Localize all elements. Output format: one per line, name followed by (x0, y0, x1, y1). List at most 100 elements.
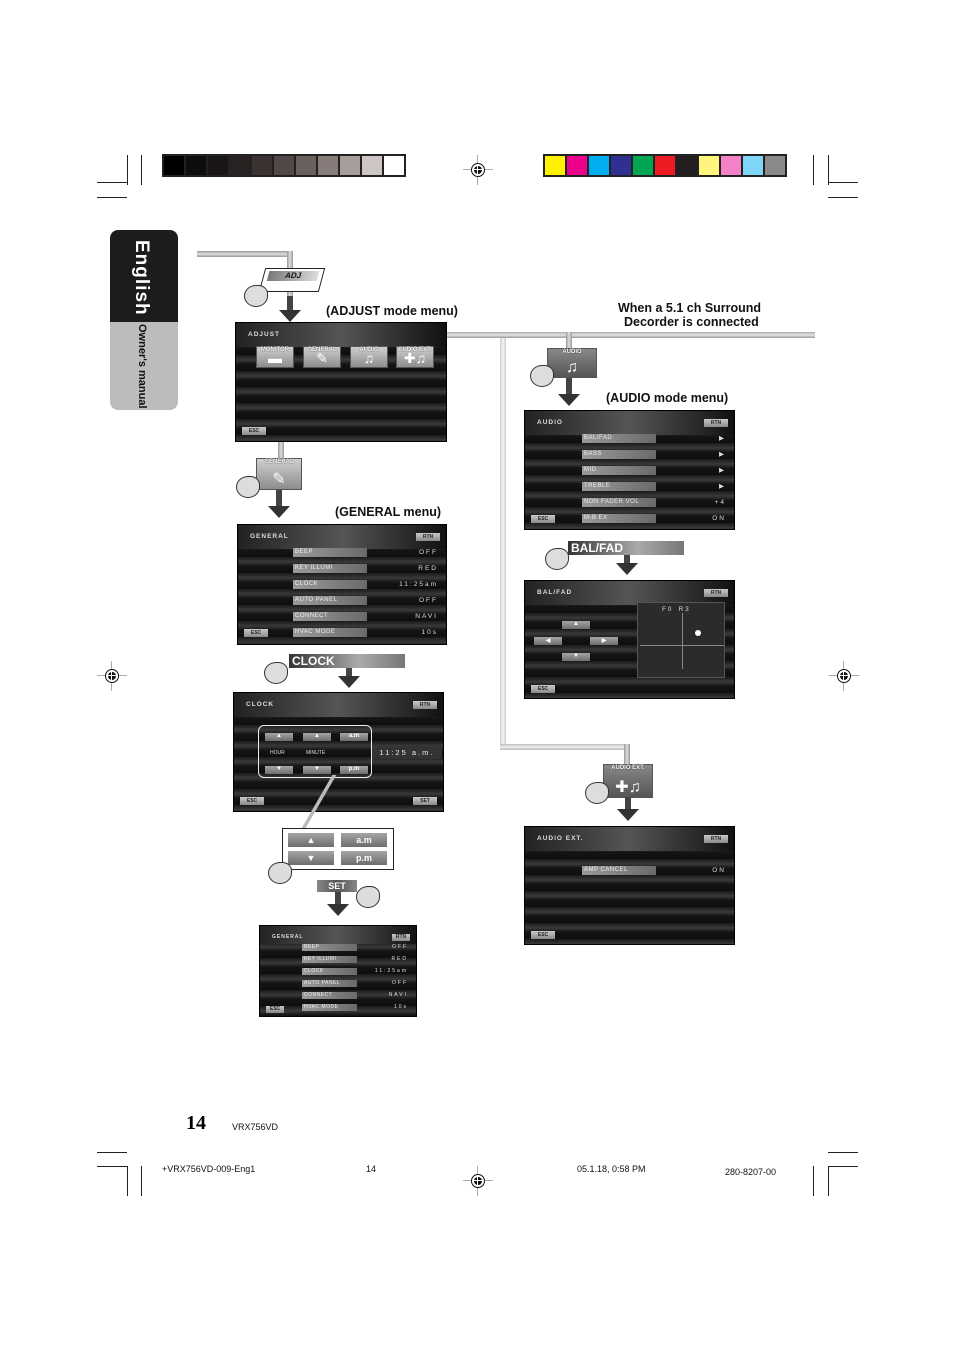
menu-row[interactable]: BASS ▶ (582, 450, 726, 459)
balfad-position-dot[interactable] (695, 630, 701, 636)
menu-row[interactable]: CONNECT NAVI (293, 612, 438, 621)
audio-ext-tile-large[interactable]: AUDIO EXT. ✚♫ (603, 764, 653, 798)
fader-up-button[interactable]: ▲ (562, 621, 590, 629)
crop-mark (97, 197, 127, 198)
menu-row[interactable]: NON FADER VOL +4 (582, 498, 726, 507)
esc-button[interactable]: ESC (242, 427, 266, 435)
menu-row-value: 11:25am (399, 581, 438, 588)
menu-row[interactable]: KEY ILLUMI RED (302, 956, 408, 963)
am-button[interactable]: a.m (341, 833, 387, 847)
balance-left-button[interactable]: ◀ (534, 637, 562, 645)
menu-row-value: ▶ (719, 435, 726, 442)
balance-right-button[interactable]: ▶ (590, 637, 618, 645)
crop-mark (813, 1166, 814, 1196)
audio-tile-large[interactable]: AUDIO ♫ (547, 348, 597, 378)
registration-mark-icon (463, 155, 493, 185)
menu-row-value: RED (391, 956, 408, 962)
hour-down-button[interactable]: ▼ (265, 766, 293, 774)
fader-down-button[interactable]: ▼ (562, 653, 590, 661)
menu-row[interactable]: TREBLE ▶ (582, 482, 726, 491)
color-swatch (633, 156, 653, 175)
menu-row-amp-cancel[interactable]: AMP CANCEL ON (582, 866, 726, 875)
minute-down-button[interactable]: ▼ (303, 766, 331, 774)
audio-tile[interactable]: AUDIO ♫ (350, 346, 388, 368)
esc-button[interactable]: ESC (266, 1006, 284, 1013)
esc-button[interactable]: ESC (244, 629, 268, 637)
rtn-button[interactable]: RTN (704, 419, 728, 427)
adj-button[interactable]: ADJ (258, 268, 326, 292)
color-swatch (721, 156, 741, 175)
rtn-button[interactable]: RTN (704, 589, 728, 597)
color-swatch (655, 156, 675, 175)
pointing-hand-icon (244, 285, 268, 307)
rtn-button[interactable]: RTN (413, 701, 437, 709)
set-button[interactable]: SET (317, 880, 357, 892)
hour-up-button[interactable]: ▲ (265, 733, 293, 741)
crop-mark (141, 155, 142, 185)
screen-title: GENERAL (250, 533, 289, 540)
menu-row[interactable]: BEEP OFF (293, 548, 438, 557)
flow-arrow (624, 555, 630, 563)
menu-row[interactable]: CONNECT NAVI (302, 992, 408, 999)
flow-line (624, 744, 630, 766)
monitor-tile[interactable]: MONITOR ▬ (256, 346, 294, 368)
crop-mark (97, 1166, 127, 1167)
esc-button[interactable]: ESC (531, 515, 555, 523)
adjust-screen: ADJUST MONITOR ▬ GENERAL ✎ AUDIO ♫ AUDIO… (235, 322, 447, 442)
minute-up-button[interactable]: ▲ (303, 733, 331, 741)
menu-row[interactable]: KEY ILLUMI RED (293, 564, 438, 573)
down-button[interactable]: ▼ (288, 851, 334, 865)
menu-row[interactable]: BAL/FAD ▶ (582, 434, 726, 443)
balfad-axis-v (682, 613, 683, 669)
esc-button[interactable]: ESC (531, 685, 555, 693)
menu-row[interactable]: CLOCK 11:25am (302, 968, 408, 975)
surround-note-line2: Decorder is connected (624, 315, 759, 329)
pm-button[interactable]: p.m (340, 766, 368, 774)
menu-row[interactable]: HVAC MODE 10s (302, 1004, 408, 1011)
menu-row-label: BEEP (293, 548, 367, 557)
color-swatch (340, 156, 360, 175)
menu-row-label: M-B EX (582, 514, 656, 523)
general-tile[interactable]: GENERAL ✎ (303, 346, 341, 368)
color-swatch (252, 156, 272, 175)
general-screen: GENERAL RTN BEEP OFF KEY ILLUMI RED CLOCK 11:… (237, 524, 447, 645)
menu-row[interactable]: BEEP OFF (302, 944, 408, 951)
general-tile-large[interactable]: GENERAL ✎ (256, 458, 302, 490)
screen-title: BAL/FAD (537, 589, 573, 596)
audio-menu-caption: (AUDIO mode menu) (606, 391, 729, 405)
pointing-hand-icon (268, 862, 292, 884)
file-name: +VRX756VD-009-Eng1 (162, 1164, 256, 1174)
arrow-down-icon (327, 904, 349, 916)
crop-mark (97, 182, 127, 183)
menu-row-label: BAL/FAD (582, 434, 656, 443)
manual-label: Owner's manual (136, 324, 148, 409)
menu-row-value: 11:25am (374, 968, 408, 974)
color-swatch (296, 156, 316, 175)
clock-pill-button[interactable]: CLOCK (289, 654, 405, 668)
rtn-button[interactable]: RTN (416, 533, 440, 541)
balfad-pill-button[interactable]: BAL/FAD (568, 541, 684, 555)
color-calibration-bar (543, 154, 787, 177)
menu-row[interactable]: AUTO PANEL OFF (302, 980, 408, 987)
music-note-icon: ♫ (566, 359, 578, 376)
esc-button[interactable]: ESC (531, 931, 555, 939)
rtn-button[interactable]: RTN (704, 835, 728, 843)
crop-mark (828, 155, 829, 185)
pm-button[interactable]: p.m (341, 851, 387, 865)
rtn-button[interactable]: RTN (392, 934, 410, 941)
doc-code: 280-8207-00 (725, 1167, 777, 1177)
audio-ext-tile[interactable]: AUDIO EXT. ✚♫ (396, 346, 434, 368)
menu-row-label: TREBLE (582, 482, 656, 491)
menu-row[interactable]: HVAC MODE 10s (293, 628, 438, 637)
menu-row[interactable]: M-B EX ON (582, 514, 726, 523)
am-button[interactable]: a.m (340, 733, 368, 741)
menu-row-value: +4 (714, 499, 726, 506)
up-button[interactable]: ▲ (288, 833, 334, 847)
menu-row[interactable]: AUTO PANEL OFF (293, 596, 438, 605)
menu-row[interactable]: CLOCK 11:25am (293, 580, 438, 589)
menu-row[interactable]: MID ▶ (582, 466, 726, 475)
set-button[interactable]: SET (413, 797, 437, 805)
color-swatch (611, 156, 631, 175)
esc-button[interactable]: ESC (240, 797, 264, 805)
menu-row-label: AUTO PANEL (293, 596, 367, 605)
